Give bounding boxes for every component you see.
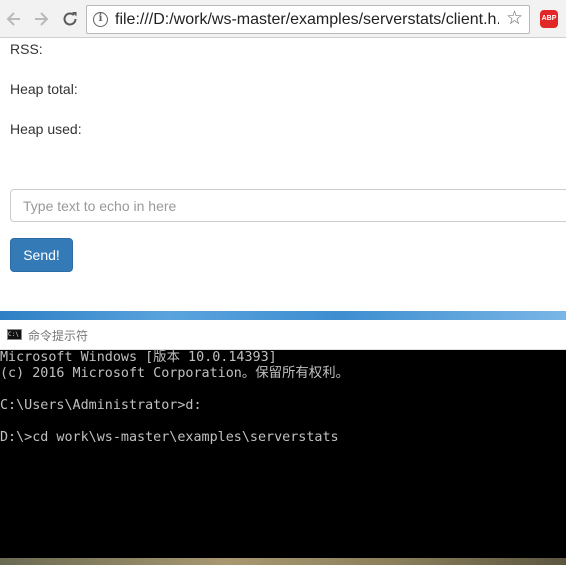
echo-input[interactable] bbox=[10, 189, 566, 222]
arrow-right-icon[interactable] bbox=[31, 9, 51, 29]
url-text[interactable]: file:///D:/work/ws-master/examples/serve… bbox=[115, 11, 499, 29]
heap-total-label: Heap total: bbox=[10, 81, 78, 97]
cmd-icon: C:\ bbox=[7, 329, 22, 340]
console-line: D:\>cd work\ws-master\examples\serversta… bbox=[0, 430, 339, 445]
browser-window: i file:///D:/work/ws-master/examples/ser… bbox=[0, 0, 566, 311]
console-title: 命令提示符 bbox=[28, 329, 89, 343]
abp-icon[interactable]: ABP bbox=[540, 10, 558, 28]
send-button[interactable]: Send! bbox=[10, 238, 73, 272]
rss-label: RSS: bbox=[10, 41, 43, 57]
address-bar[interactable]: i file:///D:/work/ws-master/examples/ser… bbox=[86, 5, 530, 34]
console-line: Microsoft Windows [版本 10.0.14393] bbox=[0, 350, 277, 365]
browser-toolbar: i file:///D:/work/ws-master/examples/ser… bbox=[0, 0, 566, 38]
desktop-background-bottom bbox=[0, 558, 566, 565]
console-line: (c) 2016 Microsoft Corporation。保留所有权利。 bbox=[0, 366, 349, 381]
heap-used-label: Heap used: bbox=[10, 121, 82, 137]
star-icon[interactable]: ☆ bbox=[506, 9, 523, 29]
console-body[interactable]: Microsoft Windows [版本 10.0.14393] (c) 20… bbox=[0, 350, 566, 565]
console-titlebar[interactable]: C:\ 命令提示符 bbox=[0, 320, 566, 350]
reload-icon[interactable] bbox=[60, 9, 80, 29]
arrow-left-icon[interactable] bbox=[4, 9, 24, 29]
info-icon[interactable]: i bbox=[93, 12, 108, 27]
console-line: C:\Users\Administrator>d: bbox=[0, 398, 202, 413]
desktop-background bbox=[0, 311, 566, 320]
